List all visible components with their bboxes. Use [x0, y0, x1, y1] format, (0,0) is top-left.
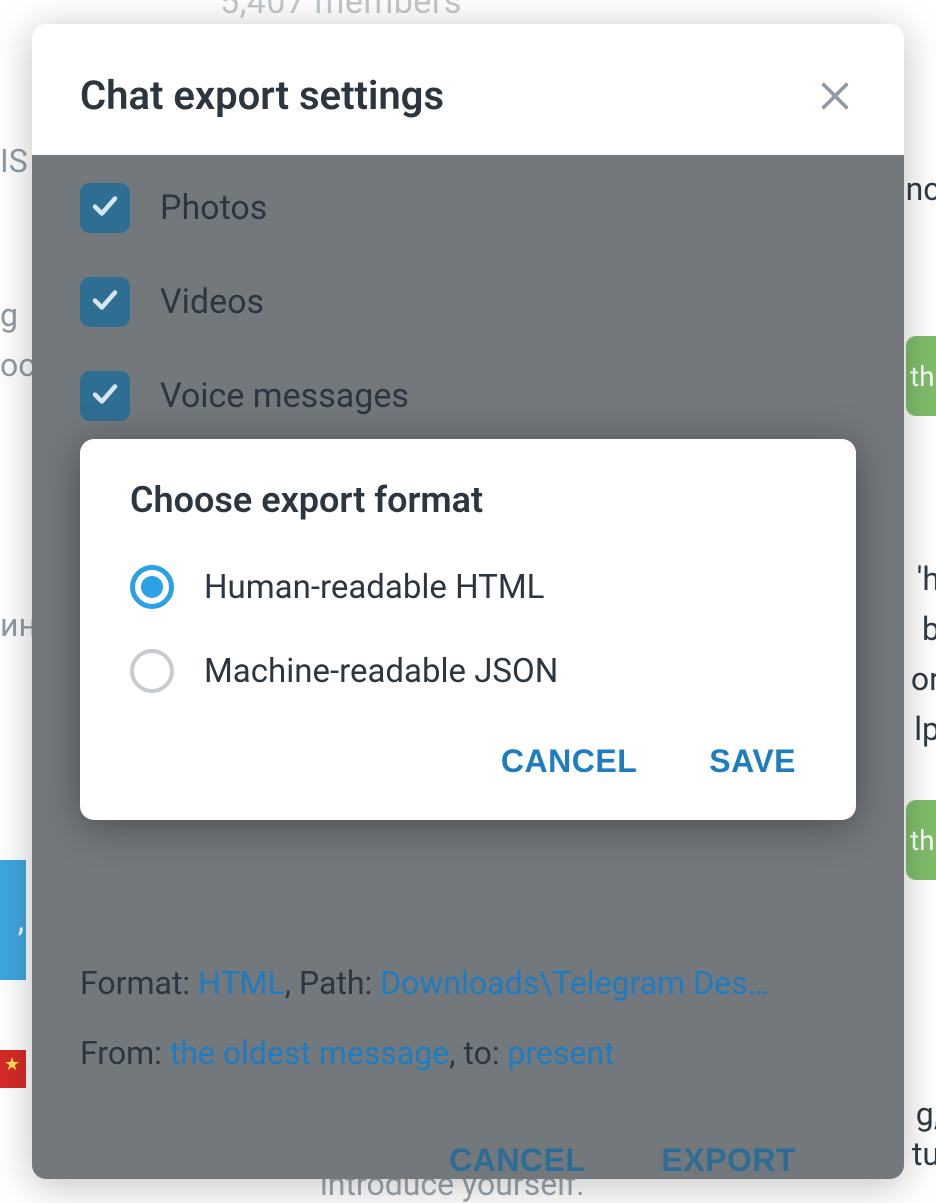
- bg-members-text: 5,407 members: [220, 0, 462, 22]
- checkbox-label: Photos: [160, 188, 267, 228]
- checkbox-label: Voice messages: [160, 376, 409, 416]
- dialog-header: Chat export settings: [32, 24, 904, 155]
- export-button[interactable]: EXPORT: [655, 1132, 802, 1179]
- checkbox-row-voice-messages[interactable]: Voice messages: [80, 371, 856, 421]
- check-icon: [90, 191, 120, 225]
- bg-right-fragment: nc: [906, 170, 936, 208]
- popup-cancel-button[interactable]: CANCEL: [495, 733, 643, 790]
- format-path-line: Format: HTML, Path: Downloads\Telegram D…: [80, 963, 856, 1005]
- from-link[interactable]: the oldest message: [170, 1034, 449, 1072]
- bg-right-fragment: or: [911, 660, 936, 698]
- bg-right-fragment: g,: [916, 1095, 936, 1133]
- to-prefix: , to:: [449, 1034, 507, 1072]
- bg-green-chip: th: [906, 336, 936, 416]
- bg-left-fragment: g: [0, 296, 18, 334]
- bg-right-fragment: lp: [914, 710, 936, 748]
- checkbox-row-photos[interactable]: Photos: [80, 183, 856, 233]
- bg-green-chip: th: [906, 800, 936, 880]
- checkbox-row-videos[interactable]: Videos: [80, 277, 856, 327]
- radio-option-html[interactable]: Human-readable HTML: [130, 565, 806, 609]
- popup-title: Choose export format: [130, 479, 806, 521]
- radio-html[interactable]: [130, 565, 174, 609]
- bg-blue-block: ,: [0, 860, 26, 980]
- checkbox-voice-messages[interactable]: [80, 371, 130, 421]
- radio-json[interactable]: [130, 649, 174, 693]
- check-icon: [90, 379, 120, 413]
- popup-actions: CANCEL SAVE: [130, 733, 806, 790]
- check-icon: [90, 285, 120, 319]
- bg-flag-icon: [0, 1050, 26, 1088]
- from-prefix: From:: [80, 1034, 170, 1072]
- cancel-button[interactable]: CANCEL: [443, 1132, 591, 1179]
- bg-right-fragment: 'h: [917, 560, 936, 598]
- close-icon: [818, 101, 852, 116]
- dialog-actions: CANCEL EXPORT: [80, 1102, 856, 1179]
- path-prefix: , Path:: [285, 964, 380, 1002]
- format-prefix: Format:: [80, 964, 198, 1002]
- close-button[interactable]: [812, 73, 858, 119]
- dialog-body: Photos Videos Voice messages Format: HTM…: [32, 155, 904, 1179]
- radio-option-json[interactable]: Machine-readable JSON: [130, 649, 806, 693]
- to-link[interactable]: present: [508, 1034, 615, 1072]
- choose-export-format-popup: Choose export format Human-readable HTML…: [80, 439, 856, 820]
- format-link[interactable]: HTML: [198, 964, 285, 1002]
- radio-label: Human-readable HTML: [204, 568, 544, 607]
- radio-label: Machine-readable JSON: [204, 652, 558, 691]
- checkbox-label: Videos: [160, 282, 264, 322]
- checkbox-videos[interactable]: [80, 277, 130, 327]
- bg-right-fragment: b: [922, 610, 936, 648]
- popup-save-button[interactable]: SAVE: [703, 733, 802, 790]
- from-to-line: From: the oldest message, to: present: [80, 1033, 856, 1075]
- checkbox-photos[interactable]: [80, 183, 130, 233]
- bg-right-fragment: tu: [912, 1135, 936, 1173]
- chat-export-settings-dialog: Chat export settings Photos: [32, 24, 904, 1179]
- dialog-title: Chat export settings: [80, 72, 444, 119]
- path-link[interactable]: Downloads\Telegram Des…: [380, 964, 769, 1002]
- bg-left-fragment: IS: [0, 142, 28, 180]
